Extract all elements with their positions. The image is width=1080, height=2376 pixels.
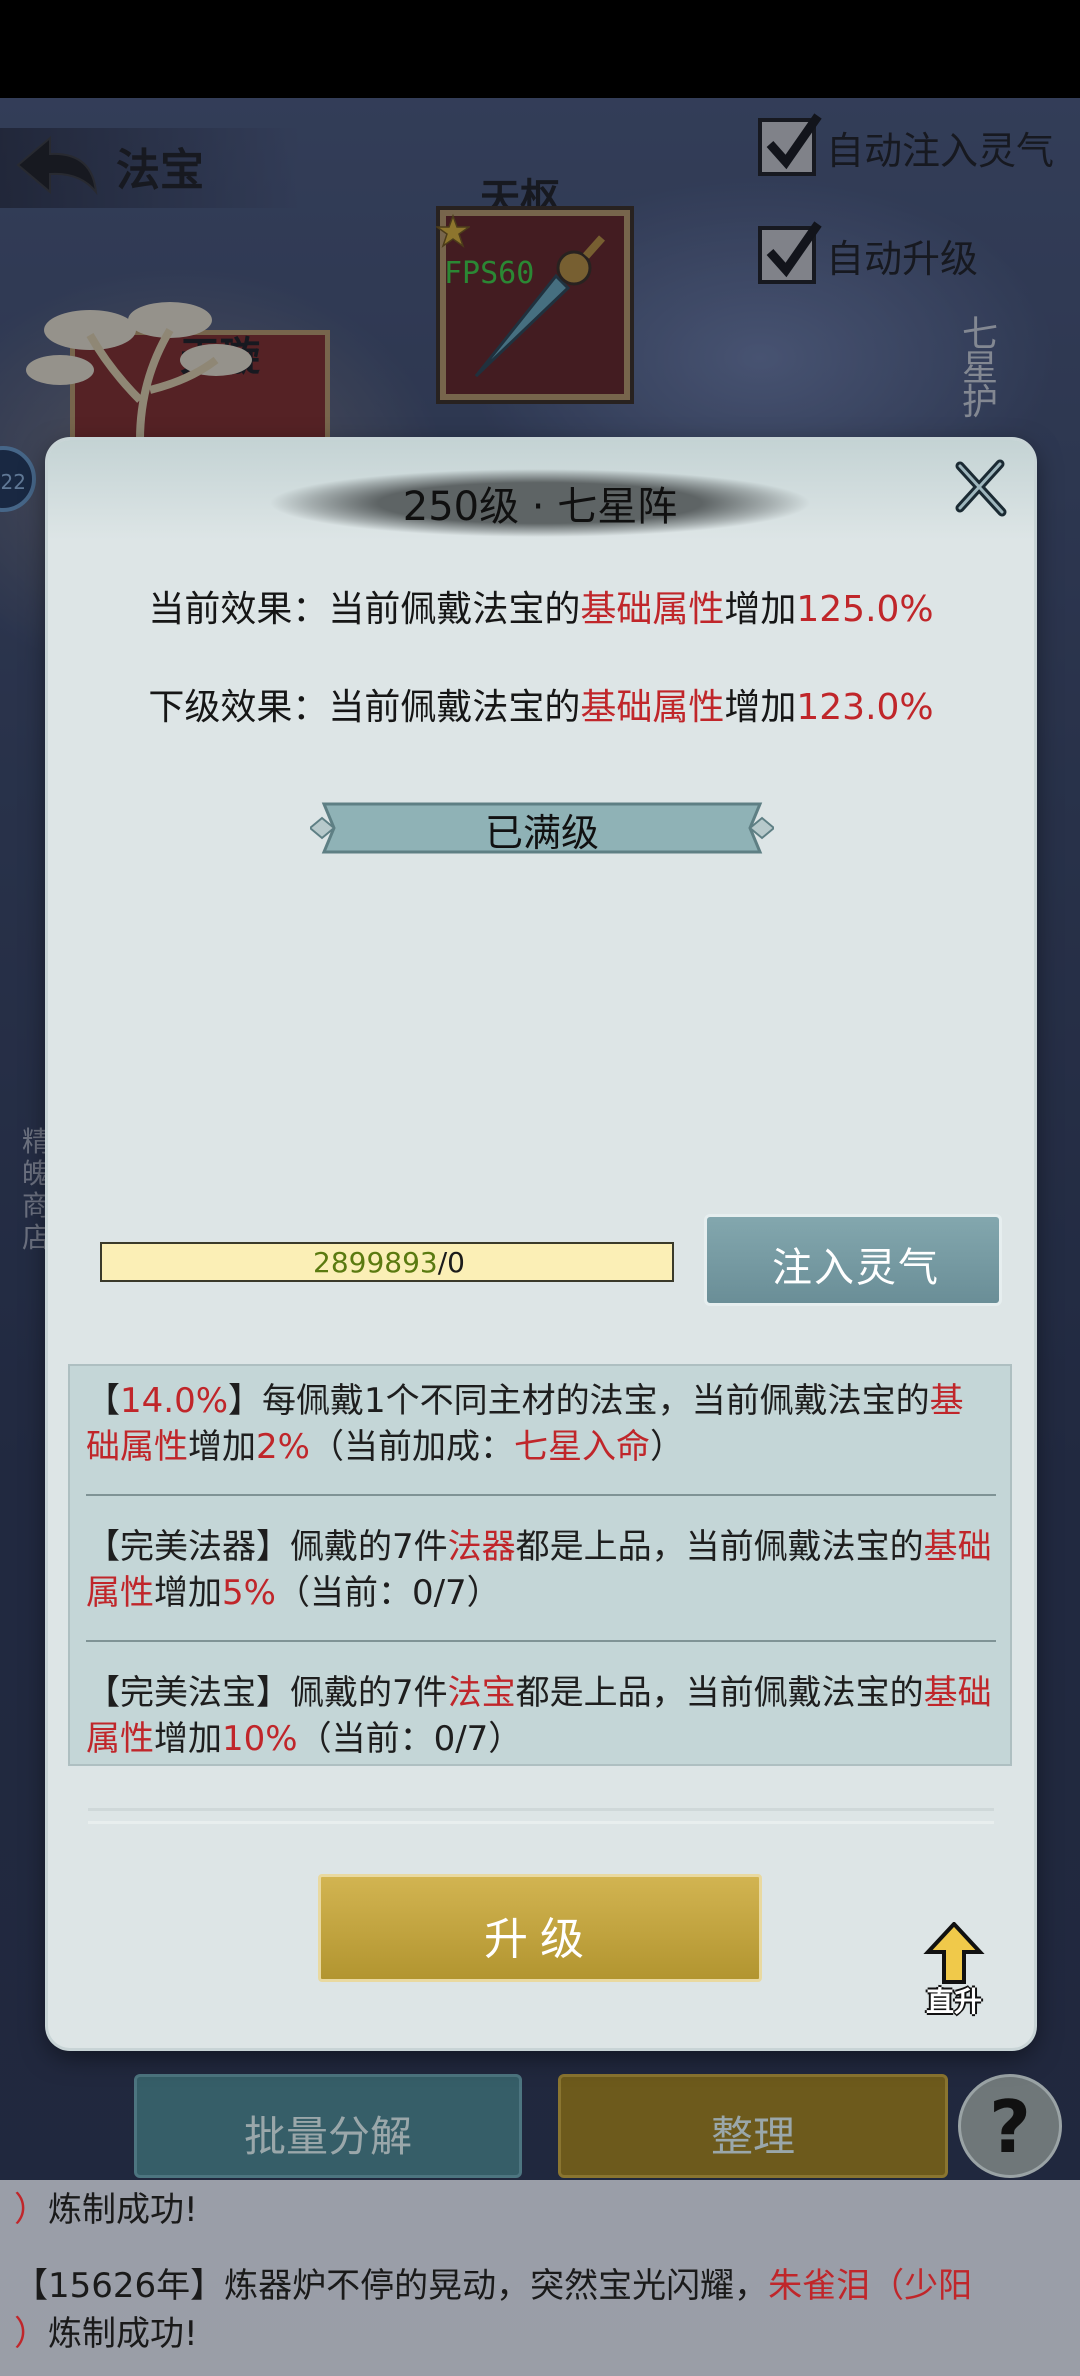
direct-upgrade-button[interactable]: 直升: [914, 1921, 994, 2022]
current-effect-attr: 基础属性: [580, 589, 725, 630]
sort-button[interactable]: 整理: [558, 2074, 948, 2178]
next-effect-attr: 基础属性: [580, 687, 725, 728]
bonus-current: 七星入命: [513, 1427, 650, 1467]
direct-upgrade-label: 直升: [925, 1985, 982, 2018]
bonus-text: （当前加成：: [309, 1427, 514, 1467]
bonus-item-type: 法宝: [447, 1673, 516, 1713]
next-effect: 下级效果：当前佩戴法宝的基础属性增加123.0%: [48, 678, 1034, 730]
bonus-text: （当前：0/7）: [297, 1719, 523, 1759]
bonus-text: 【完美法宝】佩戴的7件: [86, 1673, 448, 1713]
close-icon[interactable]: [948, 456, 1012, 520]
bonus-item: 【14.0%】每佩戴1个不同主材的法宝，当前佩戴法宝的基础属性增加2%（当前加成…: [86, 1378, 996, 1470]
sort-label: 整理: [710, 2112, 795, 2161]
bonus-text: 【: [86, 1381, 120, 1421]
log-success: 炼制成功!: [48, 2314, 198, 2354]
log-item: 朱雀泪（少阳: [768, 2266, 973, 2306]
up-arrow-icon: [923, 1921, 985, 1984]
bonus-text: 增加: [188, 1427, 256, 1467]
current-effect: 当前效果：当前佩戴法宝的基础属性增加125.0%: [48, 580, 1034, 632]
bonus-text: 都是上品，当前佩戴法宝的: [515, 1673, 924, 1713]
log-item-end: ）: [14, 2314, 48, 2354]
next-effect-mid: 增加: [724, 687, 797, 728]
current-effect-value: 125.0%: [796, 589, 934, 630]
bonus-item-type: 法器: [447, 1527, 516, 1567]
bonus-item: 【完美法器】佩戴的7件法器都是上品，当前佩戴法宝的基础属性增加5%（当前：0/7…: [86, 1524, 996, 1616]
log-success: 炼制成功!: [48, 2190, 198, 2230]
upgrade-label: 升级: [484, 1914, 596, 1965]
bonus-text: （当前：0/7）: [275, 1573, 501, 1613]
next-effect-value: 123.0%: [796, 687, 934, 728]
divider: [86, 1640, 996, 1642]
bonus-text: 【完美法器】佩戴的7件: [86, 1527, 448, 1567]
bonus-text: 增加: [154, 1573, 222, 1613]
log-suffix: ）: [14, 2190, 48, 2230]
batch-decompose-label: 批量分解: [243, 2112, 412, 2161]
maxed-label: 已满级: [484, 811, 599, 855]
bonus-value: 2%: [256, 1427, 310, 1467]
inject-spirit-button[interactable]: 注入灵气: [704, 1214, 1002, 1306]
divider: [86, 1494, 996, 1496]
progress-current: 2899893: [313, 1246, 438, 1279]
bonus-percent: 14.0%: [120, 1381, 229, 1421]
bonus-text: 】每佩戴1个不同主材的法宝，当前佩戴法宝的: [228, 1381, 930, 1421]
progress-max: 0: [447, 1246, 465, 1279]
current-effect-prefix: 当前效果：当前佩戴法宝的: [148, 589, 581, 630]
bonus-text: ）: [649, 1427, 684, 1467]
help-button[interactable]: ?: [958, 2074, 1062, 2178]
bonus-value: 5%: [222, 1573, 276, 1613]
help-icon: ?: [989, 2085, 1031, 2169]
current-effect-mid: 增加: [724, 589, 797, 630]
inject-spirit-label: 注入灵气: [772, 1245, 940, 1291]
bonus-text: 增加: [154, 1719, 222, 1759]
status-strip: [0, 0, 1080, 98]
bonus-list[interactable]: 【14.0%】每佩戴1个不同主材的法宝，当前佩戴法宝的基础属性增加2%（当前加成…: [68, 1364, 1012, 1766]
next-effect-prefix: 下级效果：当前佩戴法宝的: [148, 687, 581, 728]
bonus-value: 10%: [222, 1719, 298, 1759]
bonus-item: 【完美法宝】佩戴的7件法宝都是上品，当前佩戴法宝的基础属性增加10%（当前：0/…: [86, 1670, 996, 1762]
spirit-progress-bar: 2899893/0: [100, 1242, 674, 1282]
cloud-divider: [88, 1808, 994, 1824]
log-line: 【15626年】炼器炉不停的晃动，突然宝光闪耀，朱雀泪（少阳 ）炼制成功!: [14, 2262, 1074, 2358]
log-line: ）炼制成功!: [14, 2186, 1074, 2234]
dialog-title: 250级 · 七星阵: [402, 484, 678, 530]
batch-decompose-button[interactable]: 批量分解: [134, 2074, 522, 2178]
bonus-text: 都是上品，当前佩戴法宝的: [515, 1527, 924, 1567]
formation-dialog: 250级 · 七星阵 当前效果：当前佩戴法宝的基础属性增加125.0% 下级效果…: [48, 440, 1034, 2048]
progress-separator: /: [437, 1246, 448, 1279]
progress-text: 2899893/0: [102, 1246, 676, 1279]
log-text: 【15626年】炼器炉不停的晃动，突然宝光闪耀，: [14, 2266, 769, 2306]
upgrade-button[interactable]: 升级: [318, 1874, 762, 1982]
